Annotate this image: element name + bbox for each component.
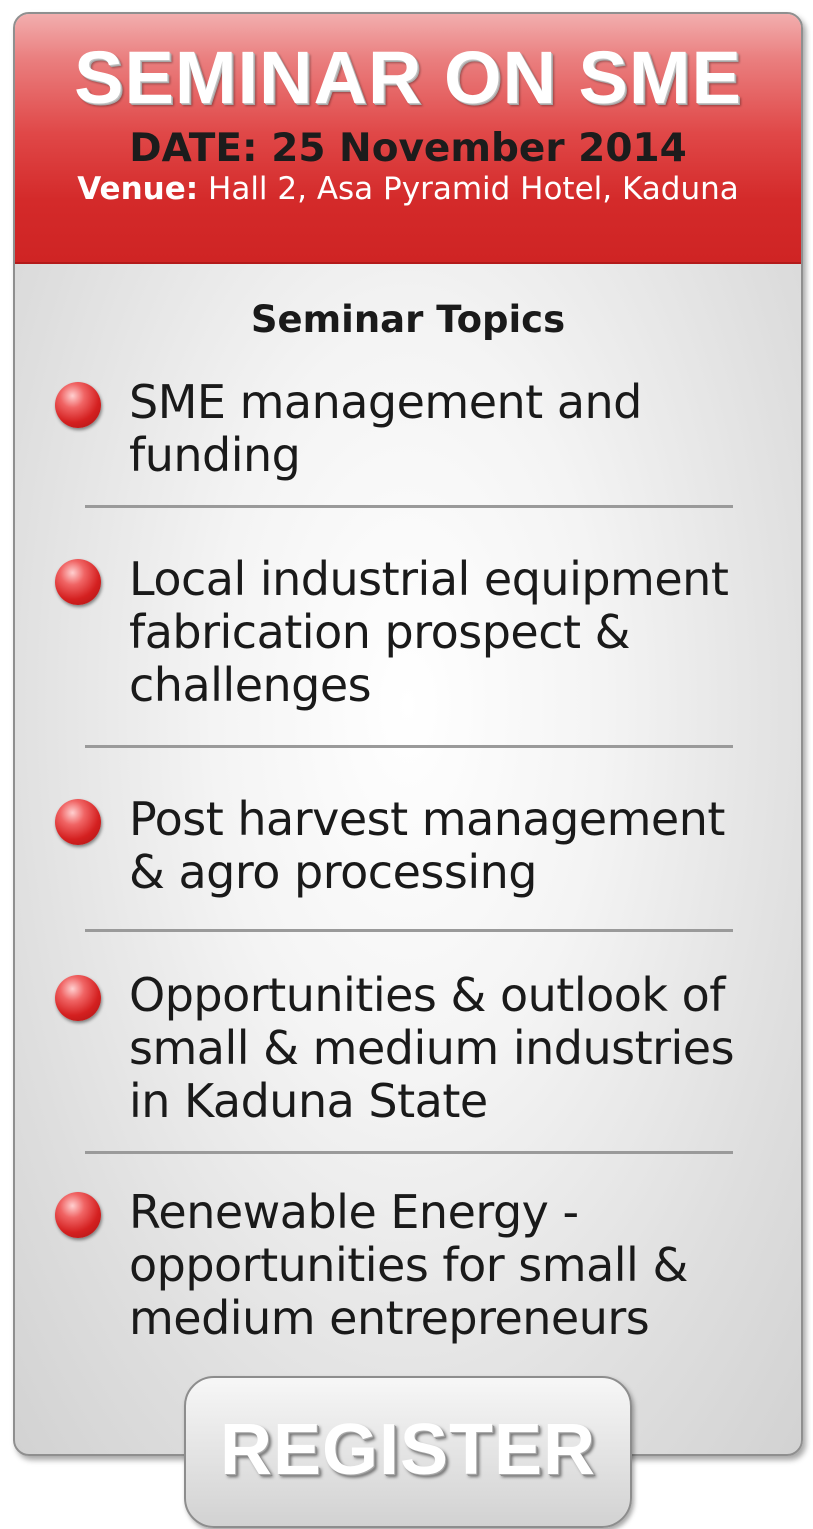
register-button[interactable]: REGISTER (184, 1376, 632, 1528)
event-venue: Venue: Hall 2, Asa Pyramid Hotel, Kaduna (15, 168, 801, 210)
venue-value: Hall 2, Asa Pyramid Hotel, Kaduna (198, 171, 739, 207)
venue-label: Venue: (77, 171, 199, 207)
seminar-card: SEMINAR ON SME DATE: 25 November 2014 Ve… (13, 12, 803, 1456)
divider (85, 745, 733, 748)
divider (85, 929, 733, 932)
page-title: SEMINAR ON SME (74, 36, 742, 119)
bullet-dot-icon (55, 1192, 101, 1238)
bullet-dot-icon (55, 975, 101, 1021)
register-button-label: REGISTER (219, 1410, 597, 1490)
topic-label: Opportunities & outlook of small & mediu… (129, 968, 735, 1128)
topic-label: Local industrial equipment fabrication p… (129, 552, 729, 712)
topic-label: Post harvest management & agro processin… (129, 792, 725, 899)
event-date: DATE: 25 November 2014 (129, 126, 687, 171)
header-banner: SEMINAR ON SME DATE: 25 November 2014 Ve… (15, 14, 801, 264)
bullet-dot-icon (55, 799, 101, 845)
divider (85, 1151, 733, 1154)
topic-label: Renewable Energy - opportunities for sma… (129, 1185, 688, 1345)
divider (85, 505, 733, 508)
bullet-dot-icon (55, 559, 101, 605)
bullet-dot-icon (55, 382, 101, 428)
topic-label: SME management and funding (129, 375, 642, 482)
topics-heading: Seminar Topics (250, 298, 566, 341)
